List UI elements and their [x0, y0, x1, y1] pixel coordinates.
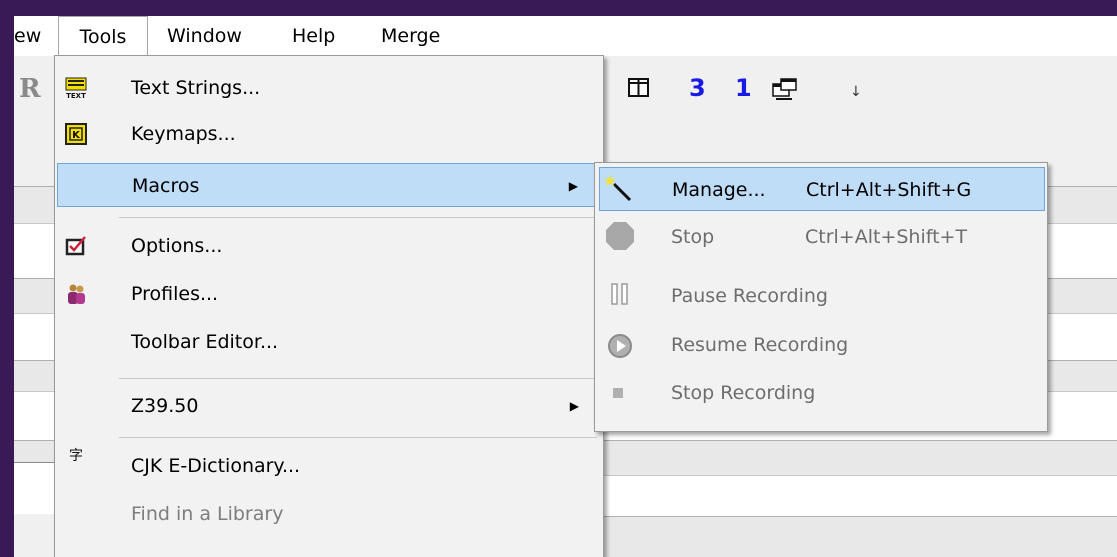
options-check-icon [65, 236, 86, 256]
menu-item-shortcut: Ctrl+Alt+Shift+G [806, 179, 972, 201]
stop-octagon-icon [606, 222, 634, 250]
text-strings-icon: TEXT [65, 77, 87, 99]
menu-item-label: Keymaps... [131, 123, 236, 145]
submenu-arrow-icon: ▶ [569, 399, 579, 413]
menu-window[interactable]: Window [167, 16, 242, 56]
menu-item-stop[interactable]: Stop Ctrl+Alt+Shift+T [595, 215, 1047, 259]
menu-item-keymaps[interactable]: K Keymaps... [55, 112, 603, 156]
menu-view[interactable]: ew [14, 16, 41, 56]
menu-item-label: CJK E-Dictionary... [131, 455, 301, 477]
menu-help[interactable]: Help [292, 16, 335, 56]
toolbar-letter-r[interactable]: R [19, 74, 41, 104]
menu-item-macros[interactable]: Macros ▶ [57, 163, 597, 207]
menu-tools[interactable]: Tools [58, 16, 148, 56]
menu-item-label: Stop Recording [671, 382, 816, 404]
menu-item-toolbar-editor[interactable]: Toolbar Editor... [55, 320, 603, 364]
stop-square-icon [613, 388, 623, 398]
menu-separator [119, 217, 597, 218]
menu-item-resume-recording[interactable]: Resume Recording [595, 323, 1047, 367]
menu-item-stop-recording[interactable]: Stop Recording [595, 371, 1047, 415]
menu-item-label: Macros [132, 175, 200, 197]
menu-merge[interactable]: Merge [381, 16, 440, 56]
toolbar-overflow-icon[interactable]: ↓ [850, 84, 862, 100]
menu-item-text-strings[interactable]: TEXT Text Strings... [55, 66, 603, 110]
menu-item-label: Find in a Library [131, 503, 284, 525]
menu-separator [119, 378, 597, 379]
menu-item-profiles[interactable]: Profiles... [55, 272, 603, 316]
menu-item-manage-macros[interactable]: Manage... Ctrl+Alt+Shift+G [599, 167, 1045, 211]
magic-wand-icon [604, 175, 632, 202]
toolbar-one-button[interactable]: 1 [735, 74, 752, 102]
menu-item-label: Stop [671, 226, 715, 248]
macros-submenu: Manage... Ctrl+Alt+Shift+G Stop Ctrl+Alt… [594, 162, 1048, 432]
windows-icon[interactable] [772, 78, 798, 102]
profiles-people-icon [68, 284, 85, 304]
svg-text:K: K [72, 130, 81, 141]
columns-icon[interactable] [628, 78, 650, 98]
menu-item-label: Profiles... [131, 283, 219, 305]
menu-item-z3950[interactable]: Z39.50 ▶ [55, 384, 603, 428]
keymap-icon: K [65, 123, 87, 145]
pause-icon [611, 283, 628, 305]
menu-item-cjk-dictionary[interactable]: 字 CJK E-Dictionary... [55, 444, 603, 488]
svg-text:TEXT: TEXT [66, 92, 86, 99]
menu-item-pause-recording[interactable]: Pause Recording [595, 274, 1047, 318]
menu-item-label: Text Strings... [131, 77, 261, 99]
menu-item-label: Manage... [672, 179, 766, 201]
resume-play-icon [608, 334, 632, 358]
menu-separator [119, 437, 597, 438]
toolbar-three-button[interactable]: 3 [689, 74, 706, 102]
cjk-icon: 字 [69, 448, 83, 464]
tools-menu: TEXT Text Strings... K Keymaps... Macros… [54, 55, 604, 557]
menu-item-label: Pause Recording [671, 285, 828, 307]
menu-item-label: Toolbar Editor... [131, 331, 279, 353]
application-window: ew Tools Window Help Merge R 3 1 ↓ TEXT … [14, 16, 1117, 557]
submenu-arrow-icon: ▶ [568, 179, 578, 193]
svg-text:字: 字 [69, 448, 83, 464]
menu-item-label: Resume Recording [671, 334, 849, 356]
menu-item-options[interactable]: Options... [55, 224, 603, 268]
menu-item-label: Options... [131, 235, 223, 257]
menubar: ew Tools Window Help Merge [14, 16, 1117, 56]
menu-item-shortcut: Ctrl+Alt+Shift+T [805, 226, 968, 248]
menu-item-label: Z39.50 [131, 395, 199, 417]
menu-item-find-in-library[interactable]: Find in a Library [55, 492, 603, 536]
